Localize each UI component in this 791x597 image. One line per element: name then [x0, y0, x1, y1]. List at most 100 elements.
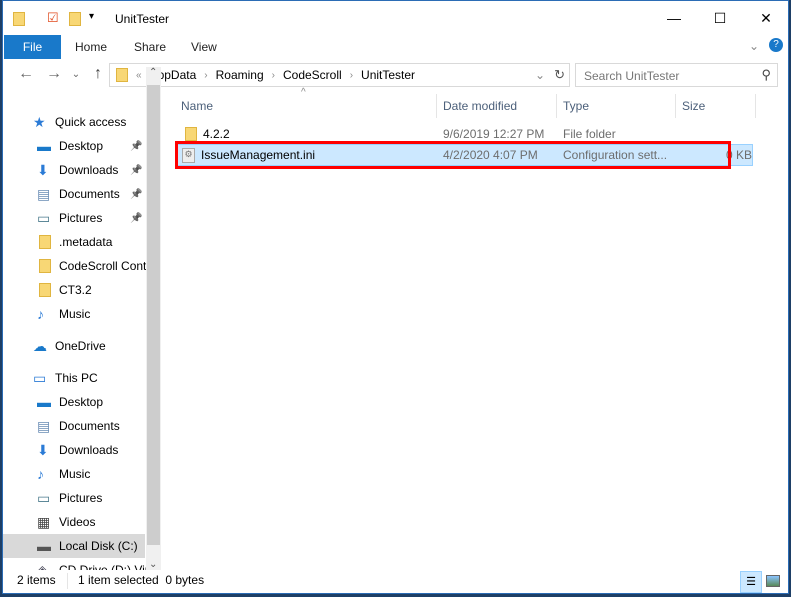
tab-file[interactable]: File: [4, 35, 61, 59]
sidebar-item-label: Desktop: [59, 395, 104, 409]
sidebar-item[interactable]: ▭ Pictures 📌: [3, 206, 145, 230]
documents-icon: ▤: [37, 186, 51, 202]
sidebar-item[interactable]: CT3.2: [3, 278, 145, 302]
sidebar-scrollbar[interactable]: ⌃ ⌄: [146, 67, 161, 570]
file-explorer-window: ☑ ▾ UnitTester — ☐ ✕ File Home Share Vie…: [2, 0, 789, 594]
folder-icon: [13, 12, 25, 26]
window-title: UnitTester: [115, 12, 170, 26]
file-name: 4.2.2: [203, 127, 230, 141]
customize-toolbar-icon[interactable]: ▾: [89, 11, 94, 22]
sidebar-item-label: Documents: [59, 187, 120, 201]
highlight-box: [175, 141, 731, 169]
sidebar-item[interactable]: ▬ Desktop 📌: [3, 134, 145, 158]
up-button[interactable]: ↑: [87, 65, 109, 83]
tab-home[interactable]: Home: [61, 35, 121, 59]
download-icon: ⬇: [37, 442, 49, 458]
sidebar-item-label: OneDrive: [55, 339, 106, 353]
folder-icon: [39, 283, 51, 297]
cloud-icon: ☁: [33, 338, 47, 354]
sidebar-item[interactable]: ▬ Desktop: [3, 390, 145, 414]
music-icon: ♪: [37, 306, 44, 322]
pin-icon[interactable]: 📌: [130, 189, 142, 200]
refresh-icon[interactable]: ↻: [554, 67, 565, 83]
sidebar-item[interactable]: .metadata: [3, 230, 145, 254]
desktop-icon: ▬: [37, 138, 51, 154]
breadcrumb-roaming[interactable]: Roaming: [216, 68, 264, 82]
sidebar-item[interactable]: ▤ Documents: [3, 414, 145, 438]
sidebar-item-label: CodeScroll Cont: [59, 259, 146, 273]
breadcrumb-codescroll[interactable]: CodeScroll: [283, 68, 342, 82]
cd-drive-icon: ◈: [37, 562, 48, 570]
sidebar-item-label: This PC: [55, 371, 98, 385]
pin-icon[interactable]: 📌: [130, 141, 142, 152]
sidebar-item[interactable]: ♪ Music: [3, 302, 145, 326]
download-icon: ⬇: [37, 162, 49, 178]
sidebar-item-label: Music: [59, 467, 91, 481]
folder-icon: [39, 259, 51, 273]
close-button[interactable]: ✕: [743, 1, 789, 35]
sidebar-item[interactable]: ◈ CD Drive (D:) Vir: [3, 558, 146, 570]
overflow-chevron[interactable]: «: [136, 70, 142, 81]
details-view-button[interactable]: ☰: [740, 571, 762, 593]
breadcrumb-unittester[interactable]: UnitTester: [361, 68, 415, 82]
search-icon: ⚲: [761, 67, 771, 82]
address-bar[interactable]: « AppData › Roaming › CodeScroll › UnitTest…: [109, 63, 570, 87]
folder-icon: [39, 235, 51, 249]
properties-icon[interactable]: ☑: [47, 10, 59, 26]
sidebar-item[interactable]: ▭ This PC: [3, 366, 145, 390]
new-folder-icon[interactable]: [69, 12, 81, 26]
sidebar-item-label: Pictures: [59, 491, 103, 505]
recent-locations-button[interactable]: ⌄: [65, 69, 87, 80]
help-icon[interactable]: ?: [769, 38, 783, 52]
tab-share[interactable]: Share: [120, 35, 180, 59]
sidebar-item-label: Music: [59, 307, 91, 321]
sidebar-item[interactable]: ♪ Music: [3, 462, 145, 486]
search-placeholder: Search UnitTester: [584, 69, 680, 83]
sidebar-item[interactable]: ▤ Documents 📌: [3, 182, 145, 206]
sidebar-item-label: Videos: [59, 515, 96, 529]
sidebar-item-label: Local Disk (C:): [59, 539, 138, 553]
navigation-pane: ★ Quick access ▬ Desktop 📌 ⬇ Downloads 📌 ▤ Docume…: [3, 93, 146, 570]
minimize-button[interactable]: —: [651, 1, 697, 35]
sidebar-item-label: CD Drive (D:) Vir: [59, 563, 146, 570]
back-button[interactable]: ←: [15, 65, 37, 83]
sidebar-item-label: .metadata: [59, 235, 113, 249]
sidebar-item[interactable]: ⬇ Downloads 📌: [3, 158, 145, 182]
sidebar-item-label: Quick access: [55, 115, 127, 129]
sidebar-item-label: Desktop: [59, 139, 104, 153]
star-icon: ★: [33, 114, 46, 130]
videos-icon: ▦: [37, 514, 51, 530]
column-header-date[interactable]: Date modified: [437, 94, 557, 118]
sidebar-item[interactable]: ▦ Videos: [3, 510, 145, 534]
folder-icon: [116, 68, 128, 82]
sidebar-item-label: CT3.2: [59, 283, 92, 297]
file-date: 9/6/2019 12:27 PM: [443, 127, 545, 141]
music-icon: ♪: [37, 466, 44, 482]
dropdown-icon[interactable]: ⌄: [535, 68, 545, 82]
sidebar-item[interactable]: CodeScroll Cont: [3, 254, 146, 278]
sidebar-item[interactable]: ▭ Pictures: [3, 486, 145, 510]
maximize-button[interactable]: ☐: [697, 1, 743, 35]
sidebar-item[interactable]: ⬇ Downloads: [3, 438, 145, 462]
expand-ribbon-icon[interactable]: ⌄: [749, 39, 759, 53]
file-type: File folder: [563, 127, 616, 141]
column-header-name[interactable]: Name: [175, 94, 437, 118]
sidebar-item[interactable]: ★ Quick access: [3, 110, 145, 134]
sidebar-item-label: Pictures: [59, 211, 103, 225]
pin-icon[interactable]: 📌: [130, 165, 142, 176]
column-header-type[interactable]: Type: [557, 94, 676, 118]
sidebar-item[interactable]: ▬ Local Disk (C:): [3, 534, 145, 558]
forward-button[interactable]: →: [43, 65, 65, 83]
sidebar-item-label: Downloads: [59, 443, 119, 457]
selection-status: 1 item selected 0 bytes: [78, 573, 205, 587]
pin-icon[interactable]: 📌: [130, 213, 142, 224]
large-icons-view-button[interactable]: [766, 575, 780, 587]
computer-icon: ▭: [33, 370, 47, 386]
drive-icon: ▬: [37, 538, 51, 554]
search-input[interactable]: Search UnitTester ⚲: [575, 63, 778, 87]
scrollbar-thumb[interactable]: [147, 85, 160, 545]
column-header-size[interactable]: Size: [676, 94, 756, 118]
sidebar-item[interactable]: ☁ OneDrive: [3, 334, 145, 358]
sidebar-item-label: Documents: [59, 419, 120, 433]
tab-view[interactable]: View: [177, 35, 231, 59]
